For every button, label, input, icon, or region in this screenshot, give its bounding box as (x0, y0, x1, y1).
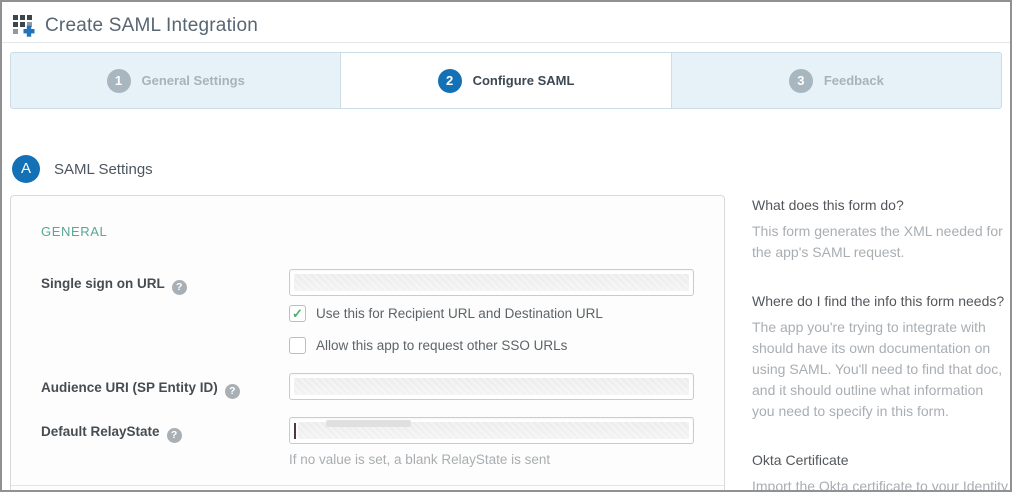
step-label: Feedback (824, 73, 884, 88)
wizard-step-feedback[interactable]: 3 Feedback (672, 53, 1001, 108)
help-heading-okta-certificate: Okta Certificate (752, 452, 1008, 468)
text-cursor (294, 423, 296, 439)
help-body-form-purpose: This form generates the XML needed for t… (752, 221, 1008, 263)
saml-settings-section-heading: A SAML Settings (12, 155, 1010, 183)
checkmark-icon: ✓ (292, 306, 303, 321)
step-number-badge: 2 (438, 69, 462, 93)
saml-settings-form-panel: GENERAL Single sign on URL? ✓ Use this f… (10, 195, 725, 492)
other-sso-urls-checkbox-row: Allow this app to request other SSO URLs (289, 337, 724, 354)
step-number-badge: 1 (107, 69, 131, 93)
help-heading-find-info: Where do I find the info this form needs… (752, 293, 1008, 309)
page-header: Create SAML Integration (2, 2, 1010, 43)
sso-url-input[interactable] (289, 269, 694, 296)
create-saml-integration-window: Create SAML Integration 1 General Settin… (0, 0, 1012, 492)
step-number-badge: 3 (789, 69, 813, 93)
relay-state-help-icon[interactable]: ? (167, 428, 182, 443)
other-sso-urls-checkbox-label: Allow this app to request other SSO URLs (316, 338, 567, 353)
audience-uri-input[interactable] (289, 373, 694, 400)
sso-url-field-row: Single sign on URL? (41, 269, 724, 296)
section-title: SAML Settings (54, 161, 153, 178)
recipient-destination-checkbox-label: Use this for Recipient URL and Destinati… (316, 306, 603, 321)
help-body-find-info: The app you're trying to integrate with … (752, 317, 1008, 422)
help-body-okta-certificate: Import the Okta certificate to your Iden… (752, 476, 1008, 492)
relay-state-label: Default RelayState (41, 424, 160, 439)
general-group-heading: GENERAL (41, 224, 724, 239)
add-application-icon (12, 14, 36, 38)
other-sso-urls-checkbox[interactable] (289, 337, 306, 354)
relay-state-field-row: Default RelayState? (41, 417, 724, 444)
sso-url-help-icon[interactable]: ? (172, 280, 187, 295)
wizard-step-general-settings[interactable]: 1 General Settings (11, 53, 340, 108)
audience-uri-field-row: Audience URI (SP Entity ID)? (41, 373, 724, 400)
section-letter-badge: A (12, 155, 40, 183)
main-content: GENERAL Single sign on URL? ✓ Use this f… (2, 195, 1010, 492)
step-label: General Settings (142, 73, 245, 88)
recipient-destination-checkbox[interactable]: ✓ (289, 305, 306, 322)
recipient-destination-checkbox-row: ✓ Use this for Recipient URL and Destina… (289, 305, 724, 322)
sso-url-label: Single sign on URL (41, 276, 165, 291)
help-sidebar: What does this form do? This form genera… (752, 195, 1008, 492)
help-heading-form-purpose: What does this form do? (752, 197, 1008, 213)
relay-state-input[interactable] (289, 417, 694, 444)
wizard-steps: 1 General Settings 2 Configure SAML 3 Fe… (10, 52, 1002, 109)
wizard-step-configure-saml[interactable]: 2 Configure SAML (340, 53, 671, 108)
redacted-value (294, 378, 689, 395)
redacted-value (298, 422, 689, 439)
step-label: Configure SAML (473, 73, 575, 88)
relay-state-helper-text: If no value is set, a blank RelayState i… (289, 452, 724, 467)
page-title: Create SAML Integration (45, 15, 258, 37)
audience-uri-help-icon[interactable]: ? (225, 384, 240, 399)
audience-uri-label: Audience URI (SP Entity ID) (41, 380, 218, 395)
redacted-value (294, 274, 689, 291)
panel-divider (11, 485, 724, 486)
